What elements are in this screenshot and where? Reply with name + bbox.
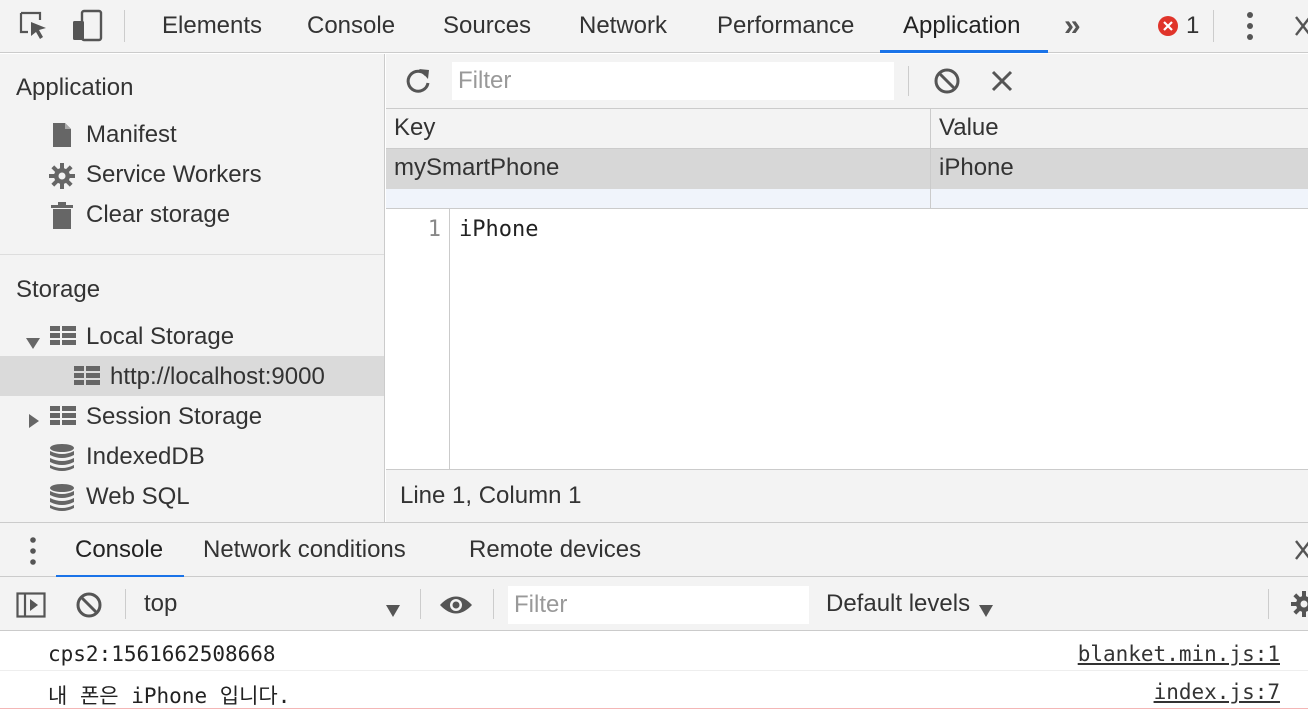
grid-icon: [74, 364, 100, 390]
local-storage-view: Key Value mySmartPhone iPhone 1 iPhone L…: [386, 54, 1308, 522]
refresh-icon[interactable]: [404, 67, 432, 95]
delete-selected-icon[interactable]: [990, 69, 1014, 93]
log-levels-dropdown[interactable]: Default levels: [826, 577, 1006, 630]
drawer-tab-bar: Console Network conditions Remote device…: [0, 522, 1308, 578]
value-preview-editor[interactable]: 1 iPhone: [386, 209, 1308, 469]
tab-sources[interactable]: Sources: [443, 0, 531, 52]
console-settings-gear-icon[interactable]: [1290, 590, 1308, 618]
sidebar-divider: [0, 254, 384, 255]
database-icon: [50, 444, 76, 471]
filter-separator: [908, 66, 909, 96]
collapsed-arrow-icon[interactable]: [28, 408, 40, 436]
toolbar-separator: [420, 589, 421, 619]
cursor-position: Line 1, Column 1: [400, 482, 582, 509]
toolbar-separator: [1268, 589, 1269, 619]
trash-icon: [49, 202, 75, 229]
inspect-element-icon[interactable]: [18, 10, 50, 42]
toolbar-separator: [493, 589, 494, 619]
file-icon: [49, 122, 75, 148]
application-sidebar: Application Manifest Service Workers Cle…: [0, 54, 385, 522]
drawer-menu-icon[interactable]: [26, 536, 40, 566]
line-number-gutter: 1: [386, 209, 450, 469]
expanded-arrow-icon[interactable]: [25, 329, 41, 357]
close-devtools-icon[interactable]: [1294, 14, 1308, 38]
console-toolbar: top Default levels: [0, 577, 1308, 631]
editor-status-bar: Line 1, Column 1: [386, 469, 1308, 522]
column-divider[interactable]: [930, 109, 931, 209]
drawer-tab-remote-devices[interactable]: Remote devices: [469, 523, 641, 577]
sidebar-item-label: Web SQL: [86, 483, 190, 510]
error-icon[interactable]: [1158, 15, 1178, 36]
context-value: top: [144, 590, 178, 617]
sidebar-item-label: Service Workers: [86, 161, 262, 188]
storage-section-header: Storage: [16, 276, 101, 303]
device-toolbar-icon[interactable]: [70, 9, 104, 43]
message-text: cps2:1561662508668: [48, 642, 276, 666]
sidebar-item-local-storage[interactable]: Local Storage: [0, 316, 384, 356]
log-levels-label: Default levels: [826, 590, 971, 617]
empty-table-row[interactable]: [386, 189, 1308, 209]
clear-console-icon[interactable]: [75, 591, 103, 619]
grid-icon: [50, 324, 76, 350]
toolbar-separator: [124, 10, 125, 42]
tab-network[interactable]: Network: [579, 0, 667, 52]
application-section-header: Application: [16, 74, 134, 101]
console-messages: cps2:1561662508668 blanket.min.js:1 내 폰은…: [0, 631, 1308, 710]
message-text: 내 폰은 iPhone 입니다.: [48, 684, 291, 708]
editor-line[interactable]: iPhone: [459, 217, 538, 242]
sidebar-toggle-icon[interactable]: [16, 592, 46, 618]
message-source-link[interactable]: blanket.min.js:1: [1078, 642, 1280, 666]
storage-filter-input[interactable]: [452, 62, 894, 100]
line-number: 1: [427, 217, 441, 242]
console-message: 내 폰은 iPhone 입니다. index.js:7: [0, 671, 1308, 709]
grid-icon: [50, 404, 76, 430]
devtools-toolbar: Elements Console Sources Network Perform…: [0, 0, 1308, 53]
sidebar-item-label: Clear storage: [86, 201, 231, 228]
table-row[interactable]: mySmartPhone iPhone: [386, 149, 1308, 189]
console-filter-input[interactable]: [508, 586, 809, 624]
dropdown-arrow-icon: [385, 597, 401, 625]
live-expression-eye-icon[interactable]: [439, 594, 473, 616]
storage-filter-bar: [386, 54, 1308, 109]
sidebar-item-indexeddb[interactable]: IndexedDB: [0, 436, 384, 476]
drawer-tab-network-conditions[interactable]: Network conditions: [203, 523, 406, 577]
sidebar-item-manifest[interactable]: Manifest: [0, 114, 384, 154]
row-value[interactable]: iPhone: [931, 149, 1308, 189]
sidebar-item-label: Local Storage: [86, 323, 235, 350]
sidebar-item-service-workers[interactable]: Service Workers: [0, 154, 384, 194]
toolbar-separator: [1213, 10, 1214, 42]
key-column-header[interactable]: Key: [386, 109, 930, 148]
sidebar-item-web-sql[interactable]: Web SQL: [0, 476, 384, 516]
database-icon: [50, 484, 76, 511]
value-column-header[interactable]: Value: [931, 109, 1308, 148]
gear-icon: [48, 162, 75, 189]
table-header: Key Value: [386, 109, 1308, 149]
message-source-link[interactable]: index.js:7: [1154, 680, 1280, 704]
sidebar-item-label: IndexedDB: [86, 443, 205, 470]
more-tabs-button[interactable]: »: [1064, 0, 1081, 52]
sidebar-item-clear-storage[interactable]: Clear storage: [0, 194, 384, 234]
tab-console[interactable]: Console: [307, 0, 395, 52]
console-message: cps2:1561662508668 blanket.min.js:1: [0, 633, 1308, 671]
context-selector[interactable]: top: [126, 577, 416, 630]
active-tab-indicator: [880, 50, 1048, 53]
kebab-menu-icon[interactable]: [1240, 10, 1260, 42]
error-count[interactable]: 1: [1186, 0, 1199, 52]
sidebar-item-label: Manifest: [86, 121, 177, 148]
clear-all-icon[interactable]: [933, 67, 961, 95]
tab-elements[interactable]: Elements: [162, 0, 262, 52]
sidebar-item-label: http://localhost:9000: [110, 363, 325, 390]
sidebar-item-session-storage[interactable]: Session Storage: [0, 396, 384, 436]
tab-application[interactable]: Application: [903, 0, 1020, 52]
row-key[interactable]: mySmartPhone: [386, 149, 930, 189]
drawer-tab-console[interactable]: Console: [75, 523, 163, 577]
sidebar-item-localhost[interactable]: http://localhost:9000: [0, 356, 384, 396]
tab-performance[interactable]: Performance: [717, 0, 854, 52]
sidebar-item-label: Session Storage: [86, 403, 263, 430]
dropdown-arrow-icon: [978, 597, 994, 625]
close-drawer-icon[interactable]: [1294, 539, 1308, 561]
